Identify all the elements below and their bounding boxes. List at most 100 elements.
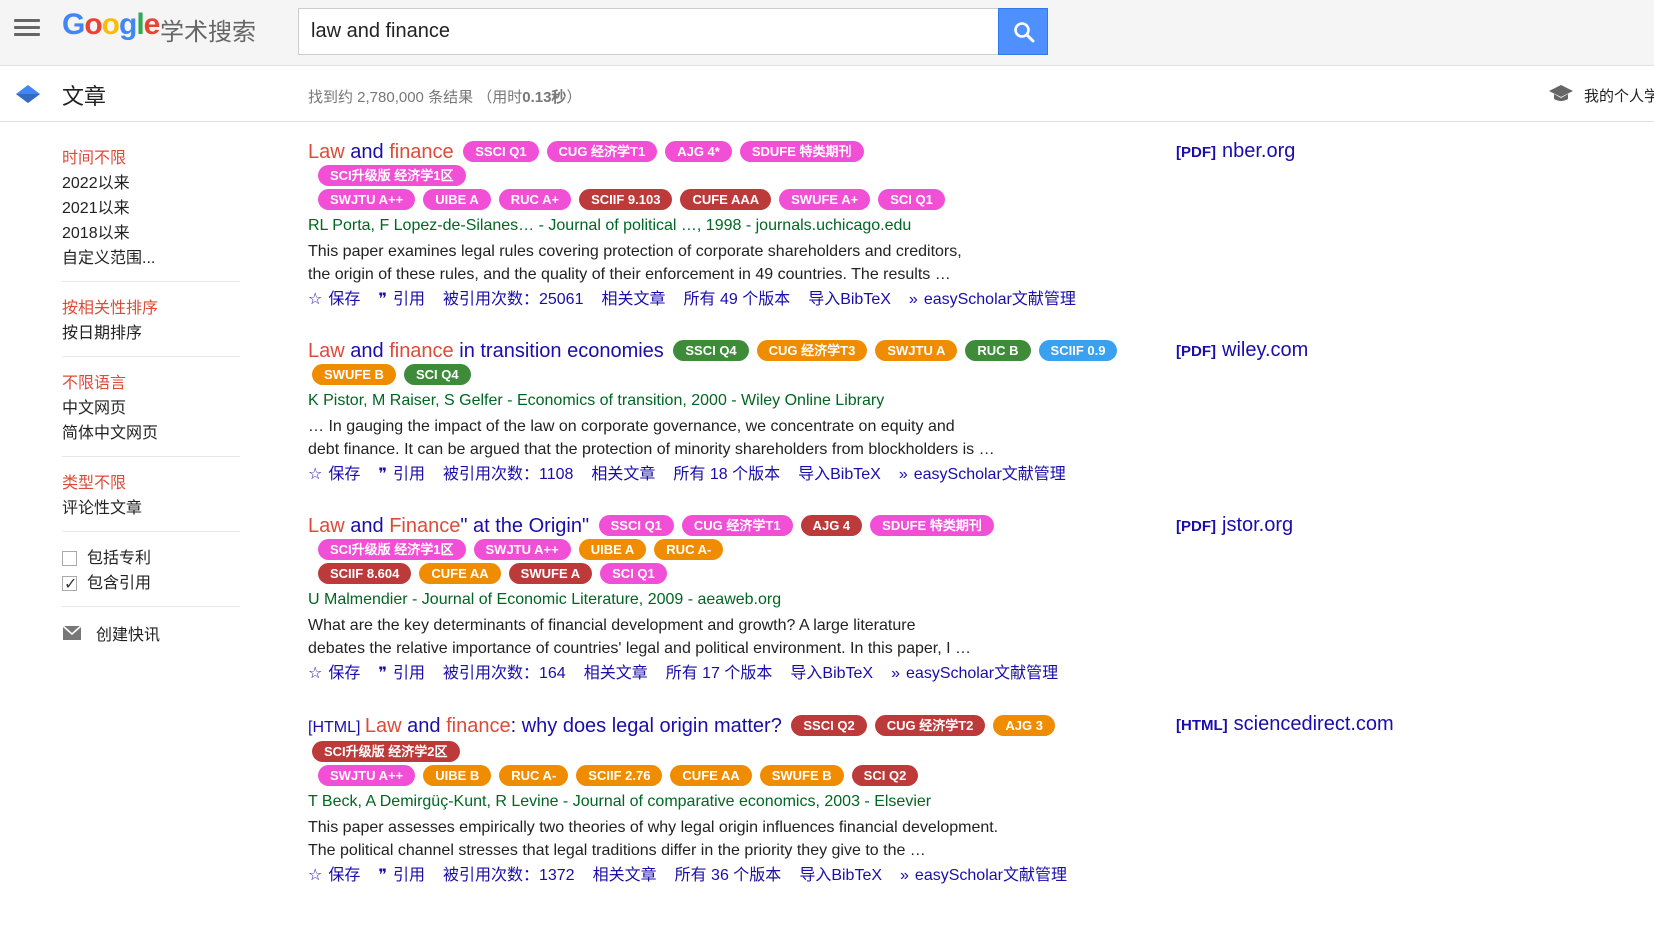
related-articles-link[interactable]: 相关文章 <box>593 867 657 884</box>
easyscholar-link[interactable]: » easyScholar文献管理 <box>891 665 1058 682</box>
snippet-line: the origin of these rules, and the quali… <box>308 265 951 283</box>
include-group: 包括专利 包含引用 <box>62 546 240 607</box>
title-text: Law <box>308 141 345 163</box>
all-versions-link[interactable]: 所有 18 个版本 <box>673 466 780 483</box>
result-authors[interactable]: T Beck, A Demirgüç-Kunt, R Levine - Jour… <box>308 790 1178 814</box>
result-title-link[interactable]: Law and Finance" at the Origin" <box>308 515 589 537</box>
result-actions: ☆ 保存 ❞ 引用 被引用次数：1108 相关文章 所有 18 个版本 导入BibTeX » ea… <box>308 462 1178 488</box>
cited-by-link[interactable]: 被引用次数：25061 <box>443 291 584 308</box>
save-link[interactable]: ☆ 保存 <box>308 466 360 483</box>
search-result: [HTML] Law and finance: why does legal o… <box>308 714 1178 889</box>
related-articles-link[interactable]: 相关文章 <box>601 291 665 308</box>
result-authors[interactable]: RL Porta, F Lopez-de-Silanes… - Journal … <box>308 214 1178 238</box>
filter-since-2021[interactable]: 2021以来 <box>62 196 240 221</box>
quote-icon: ❞ <box>378 866 387 884</box>
save-link[interactable]: ☆ 保存 <box>308 867 360 884</box>
source-domain: nber.org <box>1222 140 1296 162</box>
related-articles-link[interactable]: 相关文章 <box>591 466 655 483</box>
hamburger-menu-icon[interactable] <box>14 16 40 38</box>
cited-by-link[interactable]: 被引用次数：1372 <box>443 867 575 884</box>
cite-link[interactable]: ❞ 引用 <box>378 291 425 308</box>
my-profile-link[interactable]: 我的个人学术档案 <box>1584 85 1654 106</box>
journal-rank-badge: AJG 4* <box>665 140 732 162</box>
journal-rank-badge: RUC A- <box>499 764 569 786</box>
cited-by-link[interactable]: 被引用次数：1108 <box>443 466 573 483</box>
lang-simplified-chinese[interactable]: 简体中文网页 <box>62 421 240 446</box>
save-link[interactable]: ☆ 保存 <box>308 291 360 308</box>
badge-row: SCI升级版 经济学1区 SWJTU A++ UIBE A RUC A- <box>314 538 1178 563</box>
result-title-line: Law and finance SSCI Q1 CUG 经济学T1 AJG 4* SD… <box>308 140 1178 165</box>
snippet-line: The political channel stresses that lega… <box>308 841 926 859</box>
cite-link[interactable]: ❞ 引用 <box>378 665 425 682</box>
source-domain: wiley.com <box>1222 339 1309 361</box>
filter-since-2018[interactable]: 2018以来 <box>62 221 240 246</box>
file-type-tag: [PDF] <box>1176 518 1216 535</box>
full-text-link[interactable]: [HTML] sciencedirect.com <box>1176 713 1394 736</box>
title-text: Finance <box>389 515 461 537</box>
result-actions: ☆ 保存 ❞ 引用 被引用次数：164 相关文章 所有 17 个版本 导入BibTeX » eas… <box>308 661 1178 687</box>
related-articles-link[interactable]: 相关文章 <box>584 665 648 682</box>
full-text-link[interactable]: [PDF] wiley.com <box>1176 339 1308 362</box>
result-actions: ☆ 保存 ❞ 引用 被引用次数：25061 相关文章 所有 49 个版本 导入BibTeX » e… <box>308 287 1178 313</box>
journal-rank-badge: SWUFE B <box>759 764 844 786</box>
star-icon: ☆ <box>308 664 323 682</box>
easyscholar-link[interactable]: » easyScholar文献管理 <box>899 466 1066 483</box>
type-any[interactable]: 类型不限 <box>62 471 240 496</box>
all-versions-link[interactable]: 所有 17 个版本 <box>666 665 773 682</box>
easyscholar-link[interactable]: » easyScholar文献管理 <box>909 291 1076 308</box>
full-text-link[interactable]: [PDF] nber.org <box>1176 140 1295 163</box>
search-button[interactable] <box>998 8 1048 55</box>
google-logo[interactable]: Google <box>62 8 160 42</box>
all-versions-link[interactable]: 所有 36 个版本 <box>675 867 782 884</box>
cited-by-link[interactable]: 被引用次数：164 <box>443 665 566 682</box>
cite-link[interactable]: ❞ 引用 <box>378 867 425 884</box>
import-bibtex-link[interactable]: 导入BibTeX <box>799 867 882 884</box>
result-title-line: Law and Finance" at the Origin" SSCI Q1 C… <box>308 514 1178 539</box>
journal-rank-badge: SCI升级版 经济学1区 <box>318 164 466 186</box>
result-title-link[interactable]: Law and finance: why does legal origin m… <box>365 715 782 737</box>
result-title-link[interactable]: Law and finance in transition economies <box>308 340 664 362</box>
easyscholar-link[interactable]: » easyScholar文献管理 <box>900 867 1067 884</box>
journal-rank-badge: UIBE B <box>423 764 492 786</box>
journal-rank-badge: SWJTU A <box>875 339 958 361</box>
type-review[interactable]: 评论性文章 <box>62 496 240 521</box>
filter-custom-range[interactable]: 自定义范围... <box>62 246 240 271</box>
journal-rank-badge: CUFE AAA <box>680 188 772 210</box>
sort-by-date[interactable]: 按日期排序 <box>62 321 240 346</box>
checkbox-box[interactable] <box>62 551 77 566</box>
sort-by-relevance[interactable]: 按相关性排序 <box>62 296 240 321</box>
result-title-line: [HTML] Law and finance: why does legal o… <box>308 714 1178 765</box>
scholar-logo-text: 学术搜索 <box>160 19 256 46</box>
import-bibtex-link[interactable]: 导入BibTeX <box>790 665 873 682</box>
result-authors[interactable]: K Pistor, M Raiser, S Gelfer - Economics… <box>308 389 1178 413</box>
import-bibtex-link[interactable]: 导入BibTeX <box>798 466 881 483</box>
include-citations-checkbox[interactable]: 包含引用 <box>62 571 240 597</box>
graduation-cap-icon[interactable] <box>1548 83 1574 105</box>
title-text: finance <box>446 715 511 737</box>
create-alert-button[interactable]: 创建快讯 <box>62 621 240 645</box>
journal-rank-badge: SCI升级版 经济学2区 <box>312 740 460 762</box>
search-input[interactable]: law and finance <box>298 8 998 55</box>
result-type-prefix: [HTML] <box>308 719 365 736</box>
result-snippet: This paper assesses empirically two theo… <box>308 816 1178 862</box>
result-authors[interactable]: U Malmendier - Journal of Economic Liter… <box>308 588 1178 612</box>
filter-any-time[interactable]: 时间不限 <box>62 146 240 171</box>
save-link[interactable]: ☆ 保存 <box>308 665 360 682</box>
title-text: Law <box>308 515 345 537</box>
full-text-link[interactable]: [PDF] jstor.org <box>1176 514 1293 537</box>
quote-icon: ❞ <box>378 664 387 682</box>
cite-link[interactable]: ❞ 引用 <box>378 466 425 483</box>
checkbox-box[interactable] <box>62 572 77 597</box>
journal-rank-badge: CUG 经济学T1 <box>546 140 658 162</box>
result-title-link[interactable]: Law and finance <box>308 141 454 163</box>
import-bibtex-link[interactable]: 导入BibTeX <box>808 291 891 308</box>
all-versions-link[interactable]: 所有 49 个版本 <box>684 291 791 308</box>
title-text: and <box>344 141 390 163</box>
search-result: Law and finance in transition economies … <box>308 339 1178 488</box>
lang-chinese[interactable]: 中文网页 <box>62 396 240 421</box>
include-patents-checkbox[interactable]: 包括专利 <box>62 546 240 571</box>
lang-any[interactable]: 不限语言 <box>62 371 240 396</box>
title-text: and <box>344 515 390 537</box>
filter-since-2022[interactable]: 2022以来 <box>62 171 240 196</box>
journal-rank-badge: SSCI Q1 <box>463 140 539 162</box>
